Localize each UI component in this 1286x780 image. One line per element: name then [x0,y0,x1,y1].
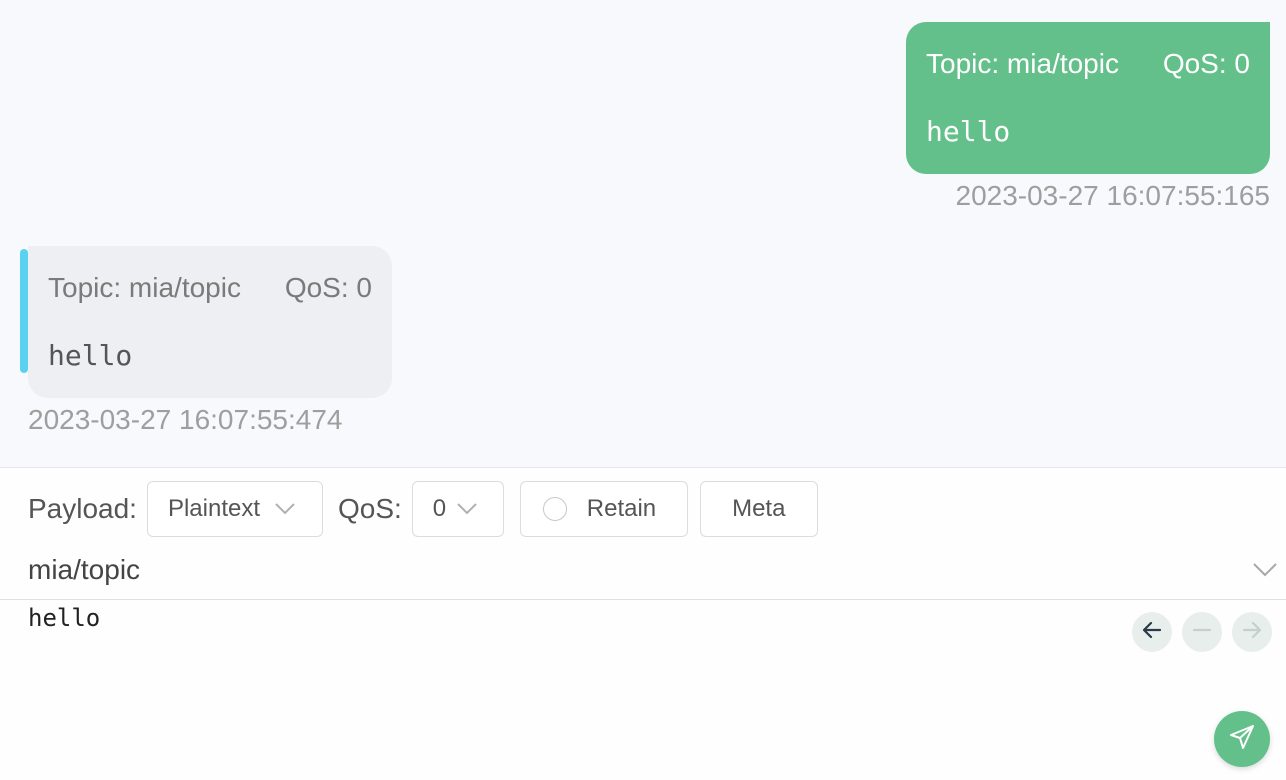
radio-icon [542,497,567,521]
topic-input-value: mia/topic [28,554,141,585]
sent-message-bubble[interactable]: Topic: mia/topic QoS: 0 hello [906,22,1270,174]
payload-editor[interactable]: hello [28,604,100,632]
chevron-down-icon [274,502,296,516]
chevron-down-icon [456,502,478,516]
composer-toolbar: Payload: Plaintext QoS: 0 Retain Meta [28,481,818,537]
message-list: Topic: mia/topic QoS: 0 hello 2023-03-27… [0,0,1286,467]
received-message-payload: hello [48,339,133,372]
message-composer: Payload: Plaintext QoS: 0 Retain Meta mi… [0,467,1286,780]
received-message-meta: Topic: mia/topic QoS: 0 [48,272,372,304]
meta-button[interactable]: Meta [699,481,818,537]
chevron-down-icon[interactable] [1252,562,1278,583]
send-button[interactable] [1214,711,1270,767]
received-message-bubble[interactable]: Topic: mia/topic QoS: 0 hello [28,246,392,398]
received-message-time: 2023-03-27 16:07:55:474 [28,404,343,435]
arrow-right-icon [1241,619,1263,646]
received-message-qos: QoS: 0 [284,272,372,303]
sent-message-payload: hello [926,115,1011,148]
payload-format-label: Payload: [28,493,137,524]
payload-format-value: Plaintext [167,495,261,522]
history-prev-button[interactable] [1132,612,1172,652]
received-message-accent [20,249,28,373]
qos-select[interactable]: 0 [411,481,504,537]
sent-message-qos: QoS: 0 [1162,48,1250,79]
history-next-button[interactable] [1232,612,1272,652]
history-reset-button[interactable] [1182,612,1222,652]
qos-value: 0 [432,495,447,522]
meta-button-label: Meta [732,495,786,522]
sent-message-meta: Topic: mia/topic QoS: 0 [926,48,1250,80]
retain-label: Retain [586,495,657,522]
minus-icon [1191,619,1213,646]
payload-format-select[interactable]: Plaintext [146,481,323,537]
topic-input[interactable]: mia/topic [0,554,1286,600]
send-icon [1228,723,1256,756]
sent-message-time: 2023-03-27 16:07:55:165 [955,180,1271,211]
retain-toggle[interactable]: Retain [519,481,688,537]
qos-label: QoS: [337,493,402,524]
sent-message-topic: Topic: mia/topic [926,48,1119,79]
arrow-left-icon [1141,619,1163,646]
received-message-topic: Topic: mia/topic [48,272,241,303]
